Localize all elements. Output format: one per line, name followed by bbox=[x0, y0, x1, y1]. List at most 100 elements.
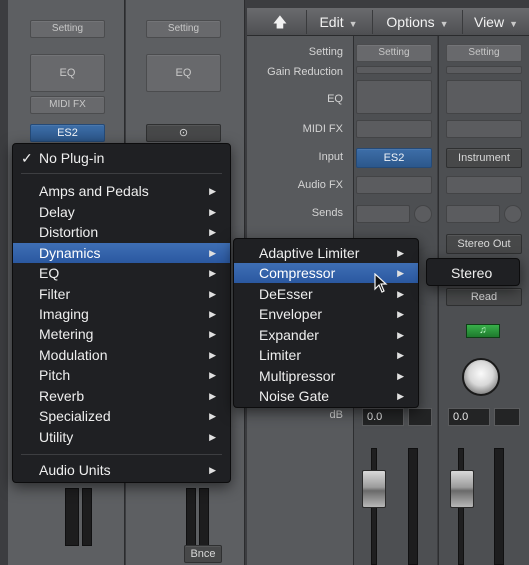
options-label: Options bbox=[386, 14, 435, 30]
menu-item-label: Enveloper bbox=[259, 306, 323, 322]
menu-item-filter[interactable]: Filter ▶ bbox=[13, 284, 230, 304]
menu-item-limiter[interactable]: Limiter ▶ bbox=[234, 345, 418, 365]
input-row-label: Input bbox=[318, 151, 343, 163]
back-button[interactable]: 🡅 bbox=[262, 10, 298, 34]
menu-item-stereo[interactable]: Stereo bbox=[427, 263, 519, 283]
input-slot[interactable]: ES2 bbox=[356, 148, 432, 168]
output-slot[interactable]: Stereo Out bbox=[446, 234, 522, 254]
menu-item-label: Compressor bbox=[259, 265, 336, 281]
menu-separator bbox=[21, 173, 222, 174]
send-knob[interactable] bbox=[414, 205, 432, 223]
gain-reduction-meter bbox=[356, 66, 432, 74]
volume-value[interactable]: 0.0 bbox=[362, 408, 404, 426]
edit-menu[interactable]: Edit ▼ bbox=[306, 10, 370, 34]
submenu-arrow-icon: ▶ bbox=[209, 350, 216, 360]
pan-knob[interactable] bbox=[462, 358, 500, 396]
menu-item-label: Reverb bbox=[39, 388, 85, 404]
setting-button[interactable]: Setting bbox=[30, 20, 105, 38]
menu-item-label: Pitch bbox=[39, 367, 71, 383]
submenu-arrow-icon: ▶ bbox=[209, 227, 216, 237]
link-button[interactable]: ⊙ bbox=[146, 124, 221, 142]
menu-item-deesser[interactable]: DeEsser ▶ bbox=[234, 284, 418, 304]
view-menu[interactable]: View ▼ bbox=[462, 10, 529, 34]
midi-fx-slot[interactable] bbox=[356, 120, 432, 138]
menu-item-eq[interactable]: EQ ▶ bbox=[13, 263, 230, 283]
level-meter bbox=[65, 488, 79, 546]
eq-slot[interactable]: EQ bbox=[146, 54, 221, 92]
mouse-pointer-icon bbox=[374, 273, 388, 293]
submenu-arrow-icon: ▶ bbox=[397, 330, 404, 340]
send-slot[interactable] bbox=[446, 205, 500, 223]
submenu-arrow-icon: ▶ bbox=[209, 329, 216, 339]
setting-row-label: Setting bbox=[308, 46, 343, 58]
submenu-arrow-icon: ▶ bbox=[209, 370, 216, 380]
menu-item-utility[interactable]: Utility ▶ bbox=[13, 427, 230, 447]
send-knob[interactable] bbox=[504, 205, 522, 223]
submenu-arrow-icon: ▶ bbox=[209, 309, 216, 319]
menu-item-enveloper[interactable]: Enveloper ▶ bbox=[234, 304, 418, 324]
bounce-button[interactable]: Bnce bbox=[184, 545, 222, 563]
menu-item-no-plugin[interactable]: ✓ No Plug-in bbox=[13, 148, 230, 168]
submenu-arrow-icon: ▶ bbox=[397, 268, 404, 278]
input-slot[interactable]: Instrument bbox=[446, 148, 522, 168]
midi-fx-row-label: MIDI FX bbox=[302, 123, 343, 135]
edit-label: Edit bbox=[319, 14, 344, 30]
menu-item-metering[interactable]: Metering ▶ bbox=[13, 324, 230, 344]
menu-item-label: Distortion bbox=[39, 224, 99, 240]
menu-item-specialized[interactable]: Specialized ▶ bbox=[13, 406, 230, 426]
menu-item-audio-units[interactable]: Audio Units ▶ bbox=[13, 460, 230, 480]
automation-mode[interactable]: Read bbox=[446, 288, 522, 306]
menu-item-adaptive-limiter[interactable]: Adaptive Limiter ▶ bbox=[234, 243, 418, 263]
eq-slot[interactable] bbox=[446, 80, 522, 114]
menu-item-label: No Plug-in bbox=[39, 150, 105, 166]
volume-fader[interactable] bbox=[450, 470, 474, 508]
setting-button[interactable]: Setting bbox=[446, 44, 522, 62]
chevron-down-icon: ▼ bbox=[509, 19, 518, 29]
submenu-arrow-icon: ▶ bbox=[397, 371, 404, 381]
eq-slot[interactable] bbox=[356, 80, 432, 114]
menu-item-amps-and-pedals[interactable]: Amps and Pedals ▶ bbox=[13, 181, 230, 201]
send-slot[interactable] bbox=[356, 205, 410, 223]
level-meter bbox=[82, 488, 92, 546]
peak-value bbox=[494, 408, 520, 426]
level-meter bbox=[186, 488, 196, 546]
menu-item-label: Audio Units bbox=[39, 462, 111, 478]
menu-item-expander[interactable]: Expander ▶ bbox=[234, 325, 418, 345]
menu-item-label: Limiter bbox=[259, 347, 302, 363]
eq-slot[interactable]: EQ bbox=[30, 54, 105, 92]
instrument-slot[interactable]: ES2 bbox=[30, 124, 105, 142]
menu-separator bbox=[21, 454, 222, 455]
options-menu[interactable]: Options ▼ bbox=[372, 10, 462, 34]
menu-item-modulation[interactable]: Modulation ▶ bbox=[13, 345, 230, 365]
menu-item-delay[interactable]: Delay ▶ bbox=[13, 202, 230, 222]
midi-fx-slot[interactable]: MIDI FX bbox=[30, 96, 105, 114]
volume-value[interactable]: 0.0 bbox=[448, 408, 490, 426]
menu-item-pitch[interactable]: Pitch ▶ bbox=[13, 365, 230, 385]
setting-button[interactable]: Setting bbox=[146, 20, 221, 38]
audio-fx-slot[interactable] bbox=[446, 176, 522, 194]
gain-reduction-label: Gain Reduction bbox=[267, 66, 343, 78]
audio-fx-slot[interactable] bbox=[356, 176, 432, 194]
peak-value bbox=[408, 408, 432, 426]
menu-item-label: Modulation bbox=[39, 347, 108, 363]
menu-item-label: Multipressor bbox=[259, 368, 336, 384]
setting-button[interactable]: Setting bbox=[356, 44, 432, 62]
volume-fader[interactable] bbox=[362, 470, 386, 508]
menu-item-label: Utility bbox=[39, 429, 74, 445]
menu-item-label: Stereo bbox=[451, 265, 493, 281]
menu-item-label: Amps and Pedals bbox=[39, 183, 149, 199]
menu-item-label: Noise Gate bbox=[259, 388, 330, 404]
menu-item-distortion[interactable]: Distortion ▶ bbox=[13, 222, 230, 242]
menu-item-label: Filter bbox=[39, 286, 71, 302]
menu-item-multipressor[interactable]: Multipressor ▶ bbox=[234, 366, 418, 386]
menu-item-label: Metering bbox=[39, 326, 94, 342]
midi-fx-slot[interactable] bbox=[446, 120, 522, 138]
menu-item-reverb[interactable]: Reverb ▶ bbox=[13, 386, 230, 406]
menu-item-imaging[interactable]: Imaging ▶ bbox=[13, 304, 230, 324]
submenu-arrow-icon: ▶ bbox=[397, 289, 404, 299]
checkmark-icon: ✓ bbox=[21, 150, 33, 166]
menu-item-noise-gate[interactable]: Noise Gate ▶ bbox=[234, 386, 418, 406]
menu-item-compressor[interactable]: Compressor ▶ bbox=[234, 263, 418, 283]
menu-item-dynamics[interactable]: Dynamics ▶ bbox=[13, 243, 230, 263]
submenu-arrow-icon: ▶ bbox=[397, 309, 404, 319]
